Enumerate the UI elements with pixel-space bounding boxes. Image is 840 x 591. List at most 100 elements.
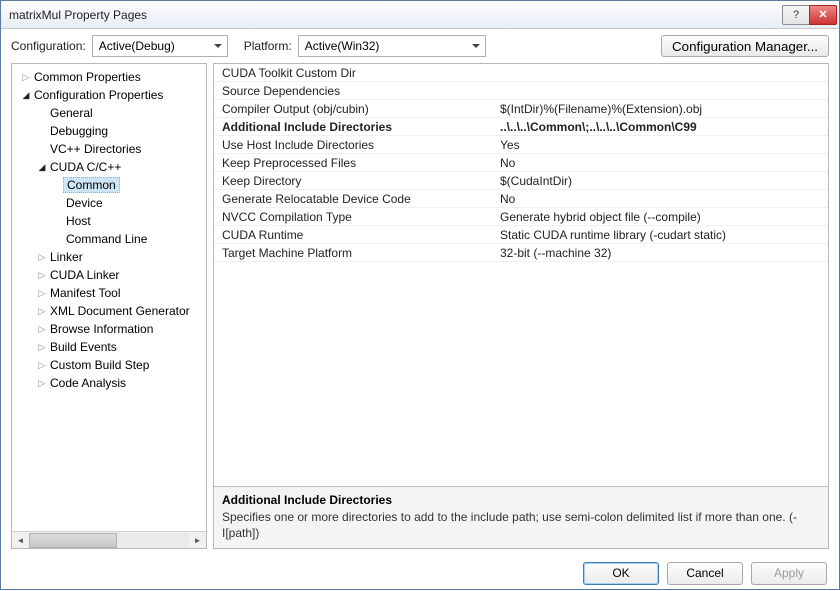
property-value[interactable]: No — [494, 192, 828, 206]
tree-item-label: Common — [63, 177, 120, 193]
tree-panel: ▷Common Properties◢Configuration Propert… — [11, 63, 207, 549]
tree-expand-icon[interactable]: ▷ — [36, 270, 48, 281]
main-area: ▷Common Properties◢Configuration Propert… — [1, 63, 839, 555]
tree-item-label: Device — [64, 196, 105, 210]
close-icon: ✕ — [818, 8, 827, 21]
property-row[interactable]: Keep Preprocessed FilesNo — [214, 154, 828, 172]
tree-item[interactable]: ▷Host — [14, 212, 204, 230]
tree-expand-icon[interactable]: ▷ — [36, 252, 48, 263]
tree-item[interactable]: ▷Manifest Tool — [14, 284, 204, 302]
nav-tree[interactable]: ▷Common Properties◢Configuration Propert… — [12, 64, 206, 531]
tree-item-label: Code Analysis — [48, 376, 128, 390]
tree-item-label: CUDA C/C++ — [48, 160, 123, 174]
property-grid[interactable]: CUDA Toolkit Custom Dir Source Dependenci… — [214, 64, 828, 486]
tree-expand-icon[interactable]: ▷ — [36, 342, 48, 353]
tree-item[interactable]: ▷VC++ Directories — [14, 140, 204, 158]
tree-expand-icon[interactable]: ▷ — [36, 324, 48, 335]
tree-item-label: CUDA Linker — [48, 268, 121, 282]
tree-item[interactable]: ▷Command Line — [14, 230, 204, 248]
titlebar: matrixMul Property Pages ? ✕ — [1, 1, 839, 29]
property-value[interactable]: Yes — [494, 138, 828, 152]
scroll-track[interactable] — [29, 533, 189, 548]
property-value[interactable]: No — [494, 156, 828, 170]
property-name: CUDA Toolkit Custom Dir — [214, 66, 494, 80]
property-row[interactable]: Generate Relocatable Device CodeNo — [214, 190, 828, 208]
platform-value: Active(Win32) — [305, 39, 380, 53]
property-name: Compiler Output (obj/cubin) — [214, 102, 494, 116]
tree-item-label: VC++ Directories — [48, 142, 143, 156]
tree-expand-icon[interactable]: ▷ — [36, 306, 48, 317]
property-panel: CUDA Toolkit Custom Dir Source Dependenci… — [213, 63, 829, 549]
tree-item-label: Configuration Properties — [32, 88, 165, 102]
tree-expand-icon[interactable]: ▷ — [36, 378, 48, 389]
property-value[interactable]: Static CUDA runtime library (-cudart sta… — [494, 228, 828, 242]
property-row[interactable]: Additional Include Directories..\..\..\C… — [214, 118, 828, 136]
property-value[interactable]: 32-bit (--machine 32) — [494, 246, 828, 260]
property-value[interactable]: $(IntDir)%(Filename)%(Extension).obj — [494, 102, 828, 116]
tree-item-label: Custom Build Step — [48, 358, 151, 372]
scroll-left-icon[interactable]: ◄ — [12, 533, 29, 548]
tree-item[interactable]: ▷XML Document Generator — [14, 302, 204, 320]
tree-item[interactable]: ▷Common Properties — [14, 68, 204, 86]
property-row[interactable]: Keep Directory$(CudaIntDir) — [214, 172, 828, 190]
property-name: Target Machine Platform — [214, 246, 494, 260]
property-name: CUDA Runtime — [214, 228, 494, 242]
configuration-manager-button[interactable]: Configuration Manager... — [661, 35, 829, 57]
property-name: Additional Include Directories — [214, 120, 494, 134]
property-value[interactable]: Generate hybrid object file (--compile) — [494, 210, 828, 224]
property-value[interactable]: $(CudaIntDir) — [494, 174, 828, 188]
configuration-label: Configuration: — [11, 39, 86, 53]
tree-expand-icon[interactable]: ◢ — [20, 90, 32, 101]
property-name: NVCC Compilation Type — [214, 210, 494, 224]
property-row[interactable]: CUDA RuntimeStatic CUDA runtime library … — [214, 226, 828, 244]
description-title: Additional Include Directories — [222, 493, 820, 507]
tree-item[interactable]: ▷CUDA Linker — [14, 266, 204, 284]
ok-button[interactable]: OK — [583, 562, 659, 585]
tree-item[interactable]: ▷Build Events — [14, 338, 204, 356]
description-text: Specifies one or more directories to add… — [222, 509, 820, 541]
tree-horizontal-scrollbar[interactable]: ◄ ► — [12, 531, 206, 548]
tree-item[interactable]: ▷Common — [14, 176, 204, 194]
tree-item[interactable]: ▷General — [14, 104, 204, 122]
tree-item-label: Host — [64, 214, 93, 228]
property-row[interactable]: Target Machine Platform32-bit (--machine… — [214, 244, 828, 262]
platform-dropdown[interactable]: Active(Win32) — [298, 35, 487, 57]
tree-item[interactable]: ▷Custom Build Step — [14, 356, 204, 374]
cancel-button[interactable]: Cancel — [667, 562, 743, 585]
tree-expand-icon[interactable]: ▷ — [36, 288, 48, 299]
tree-item-label: Common Properties — [32, 70, 143, 84]
tree-item[interactable]: ◢Configuration Properties — [14, 86, 204, 104]
property-row[interactable]: NVCC Compilation TypeGenerate hybrid obj… — [214, 208, 828, 226]
tree-item[interactable]: ▷Linker — [14, 248, 204, 266]
tree-item-label: Debugging — [48, 124, 110, 138]
property-row[interactable]: Compiler Output (obj/cubin)$(IntDir)%(Fi… — [214, 100, 828, 118]
tree-item[interactable]: ▷Browse Information — [14, 320, 204, 338]
config-toolbar: Configuration: Active(Debug) Platform: A… — [1, 29, 839, 63]
window-title: matrixMul Property Pages — [9, 8, 783, 22]
property-row[interactable]: Source Dependencies — [214, 82, 828, 100]
property-row[interactable]: Use Host Include DirectoriesYes — [214, 136, 828, 154]
help-button[interactable]: ? — [782, 5, 810, 25]
scroll-right-icon[interactable]: ► — [189, 533, 206, 548]
close-button[interactable]: ✕ — [809, 5, 837, 25]
tree-expand-icon[interactable]: ▷ — [36, 360, 48, 371]
tree-item[interactable]: ▷Device — [14, 194, 204, 212]
tree-item-label: Command Line — [64, 232, 149, 246]
tree-item-label: XML Document Generator — [48, 304, 192, 318]
tree-item[interactable]: ◢CUDA C/C++ — [14, 158, 204, 176]
description-pane: Additional Include Directories Specifies… — [214, 486, 828, 548]
property-row[interactable]: CUDA Toolkit Custom Dir — [214, 64, 828, 82]
tree-item[interactable]: ▷Debugging — [14, 122, 204, 140]
property-name: Keep Preprocessed Files — [214, 156, 494, 170]
tree-item-label: Linker — [48, 250, 85, 264]
apply-button[interactable]: Apply — [751, 562, 827, 585]
dialog-footer: OK Cancel Apply — [1, 555, 839, 591]
property-value[interactable]: ..\..\..\Common\;..\..\..\Common\C99 — [494, 120, 828, 134]
configuration-dropdown[interactable]: Active(Debug) — [92, 35, 228, 57]
tree-item-label: General — [48, 106, 95, 120]
scroll-thumb[interactable] — [29, 533, 117, 548]
tree-item[interactable]: ▷Code Analysis — [14, 374, 204, 392]
tree-expand-icon[interactable]: ◢ — [36, 162, 48, 173]
tree-expand-icon[interactable]: ▷ — [20, 72, 32, 83]
configuration-value: Active(Debug) — [99, 39, 175, 53]
